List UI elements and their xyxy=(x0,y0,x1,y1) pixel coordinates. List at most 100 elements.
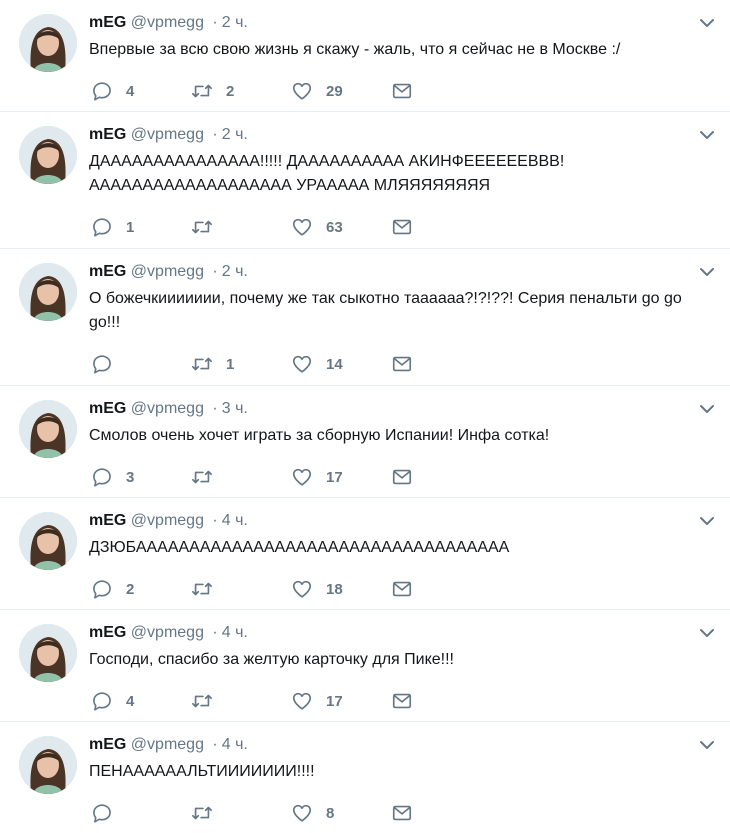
tweet-actions: 3 17 xyxy=(91,465,415,489)
tweet-content: mEG @vpmegg · 4 ч. Господи, спасибо за же… xyxy=(89,622,716,672)
avatar[interactable] xyxy=(19,624,77,682)
chevron-down-icon[interactable] xyxy=(698,512,716,530)
user-handle[interactable]: @vpmegg xyxy=(131,624,204,641)
user-name[interactable]: mEG xyxy=(89,624,126,641)
message-button[interactable] xyxy=(391,352,415,376)
reply-button[interactable]: 3 xyxy=(91,465,191,489)
tweet-content: mEG @vpmegg · 2 ч. О божечкиииииии, почем… xyxy=(89,261,716,335)
user-handle[interactable]: @vpmegg xyxy=(131,126,204,143)
tweet-content: mEG @vpmegg · 2 ч. Впервые за всю свою жи… xyxy=(89,12,716,62)
user-name[interactable]: mEG xyxy=(89,512,126,529)
user-handle[interactable]: @vpmegg xyxy=(131,263,204,280)
tweet-time[interactable]: 3 ч. xyxy=(222,400,248,417)
user-name[interactable]: mEG xyxy=(89,126,126,143)
reply-icon xyxy=(93,218,111,237)
like-count: 18 xyxy=(326,580,343,598)
reply-icon xyxy=(93,82,111,101)
retweet-button[interactable] xyxy=(191,577,291,601)
like-button[interactable]: 14 xyxy=(291,352,391,376)
tweet[interactable]: mEG @vpmegg · 2 ч. О божечкиииииии, почем… xyxy=(0,249,730,386)
retweet-button[interactable] xyxy=(191,689,291,713)
reply-icon xyxy=(93,355,111,374)
like-count: 14 xyxy=(326,355,343,373)
separator-dot: · xyxy=(212,624,218,641)
user-name[interactable]: mEG xyxy=(89,263,126,280)
chevron-down-icon[interactable] xyxy=(698,126,716,144)
reply-button[interactable]: 4 xyxy=(91,79,191,103)
like-button[interactable]: 17 xyxy=(291,689,391,713)
user-handle[interactable]: @vpmegg xyxy=(131,14,204,31)
retweet-button[interactable] xyxy=(191,801,291,825)
user-name[interactable]: mEG xyxy=(89,736,126,753)
chevron-down-icon[interactable] xyxy=(698,736,716,754)
retweet-icon xyxy=(192,220,212,234)
message-button[interactable] xyxy=(391,577,415,601)
chevron-down-icon[interactable] xyxy=(698,624,716,642)
reply-icon xyxy=(93,692,111,711)
avatar[interactable] xyxy=(19,400,77,458)
tweet-time[interactable]: 4 ч. xyxy=(222,624,248,641)
user-name[interactable]: mEG xyxy=(89,14,126,31)
like-button[interactable]: 18 xyxy=(291,577,391,601)
envelope-icon xyxy=(392,219,412,235)
tweet[interactable]: mEG @vpmegg · 3 ч. Смолов очень хочет игр… xyxy=(0,386,730,498)
reply-count: 1 xyxy=(126,218,135,236)
retweet-icon xyxy=(192,582,212,596)
retweet-button[interactable]: 1 xyxy=(191,352,291,376)
like-button[interactable]: 17 xyxy=(291,465,391,489)
like-button[interactable]: 29 xyxy=(291,79,391,103)
avatar[interactable] xyxy=(19,263,77,321)
tweet-header: mEG @vpmegg · 2 ч. xyxy=(89,261,716,283)
envelope-icon xyxy=(392,693,412,709)
tweet-actions: 1 14 xyxy=(91,352,415,376)
heart-icon xyxy=(292,692,312,710)
avatar[interactable] xyxy=(19,14,77,72)
reply-button[interactable] xyxy=(91,352,191,376)
reply-button[interactable] xyxy=(91,801,191,825)
message-button[interactable] xyxy=(391,801,415,825)
tweet-time[interactable]: 2 ч. xyxy=(222,263,248,280)
tweet[interactable]: mEG @vpmegg · 2 ч. Впервые за всю свою жи… xyxy=(0,0,730,112)
chevron-down-icon[interactable] xyxy=(698,263,716,281)
user-name[interactable]: mEG xyxy=(89,400,126,417)
tweet-header: mEG @vpmegg · 3 ч. xyxy=(89,398,716,420)
envelope-icon xyxy=(392,805,412,821)
tweet-text: Смолов очень хочет играть за сборную Исп… xyxy=(89,427,550,444)
retweet-button[interactable] xyxy=(191,465,291,489)
reply-button[interactable]: 4 xyxy=(91,689,191,713)
tweet-time[interactable]: 4 ч. xyxy=(222,512,248,529)
tweet-time[interactable]: 2 ч. xyxy=(222,14,248,31)
reply-button[interactable]: 2 xyxy=(91,577,191,601)
reply-icon xyxy=(93,580,111,599)
reply-count: 2 xyxy=(126,580,135,598)
reply-button[interactable]: 1 xyxy=(91,215,191,239)
message-button[interactable] xyxy=(391,215,415,239)
tweet-header: mEG @vpmegg · 4 ч. xyxy=(89,510,716,532)
message-button[interactable] xyxy=(391,689,415,713)
tweet-header: mEG @vpmegg · 2 ч. xyxy=(89,124,716,146)
chevron-down-icon[interactable] xyxy=(698,400,716,418)
separator-dot: · xyxy=(212,512,218,529)
avatar[interactable] xyxy=(19,126,77,184)
chevron-down-icon[interactable] xyxy=(698,14,716,32)
like-button[interactable]: 63 xyxy=(291,215,391,239)
tweet[interactable]: mEG @vpmegg · 4 ч. ДЗЮБАААААААААААААААААА… xyxy=(0,498,730,610)
tweet[interactable]: mEG @vpmegg · 4 ч. Господи, спасибо за же… xyxy=(0,610,730,722)
retweet-button[interactable] xyxy=(191,215,291,239)
user-handle[interactable]: @vpmegg xyxy=(131,400,204,417)
separator-dot: · xyxy=(212,736,218,753)
message-button[interactable] xyxy=(391,465,415,489)
avatar[interactable] xyxy=(19,736,77,794)
tweet[interactable]: mEG @vpmegg · 2 ч. ДААААААААААААААА!!!!! … xyxy=(0,112,730,249)
retweet-button[interactable]: 2 xyxy=(191,79,291,103)
user-handle[interactable]: @vpmegg xyxy=(131,512,204,529)
tweet-time[interactable]: 2 ч. xyxy=(222,126,248,143)
tweet[interactable]: mEG @vpmegg · 4 ч. ПЕНААААААЛЬТИИИИИИИ!!!… xyxy=(0,722,730,833)
reply-icon xyxy=(93,804,111,823)
user-handle[interactable]: @vpmegg xyxy=(131,736,204,753)
tweet-time[interactable]: 4 ч. xyxy=(222,736,248,753)
avatar[interactable] xyxy=(19,512,77,570)
tweet-actions: 2 18 xyxy=(91,577,415,601)
like-button[interactable]: 8 xyxy=(291,801,391,825)
message-button[interactable] xyxy=(391,79,415,103)
